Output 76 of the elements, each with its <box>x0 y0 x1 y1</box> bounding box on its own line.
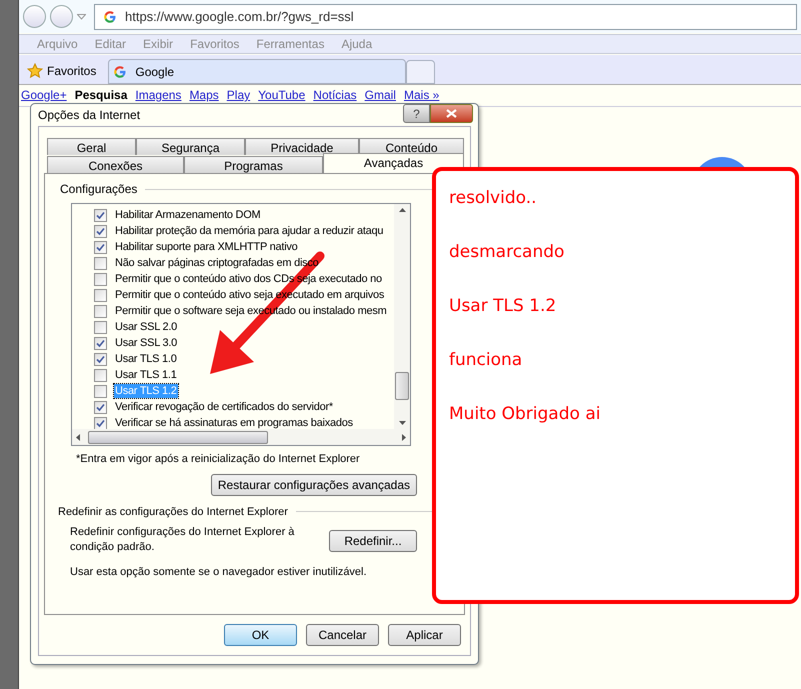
group-label: Redefinir as configurações do Internet Explorer <box>58 504 288 520</box>
note-text: funciona <box>449 349 524 372</box>
warning-text: Usar esta opção somente se o navegador estiver inutilizável. <box>70 565 368 580</box>
dialog-button[interactable]: Redefinir... <box>329 530 417 552</box>
setting-label[interactable]: Usar SSL 2.0 <box>114 320 178 334</box>
checkbox[interactable] <box>94 368 107 382</box>
dialog-tab[interactable]: Programas <box>184 156 323 173</box>
note-text: Usar TLS 1.2 <box>449 295 558 318</box>
setting-label[interactable]: Usar TLS 1.1 <box>114 368 178 382</box>
new-tab-button[interactable] <box>406 60 436 84</box>
browser-tab[interactable]: Google <box>108 59 406 84</box>
scroll-thumb[interactable] <box>395 372 409 400</box>
back-button[interactable] <box>23 5 46 28</box>
nav-link[interactable]: Imagens <box>135 89 182 102</box>
dialog-button[interactable]: Aplicar <box>388 624 461 646</box>
checkbox[interactable] <box>94 288 107 302</box>
group-label: Configurações <box>60 181 138 198</box>
favorites-button[interactable]: Favoritos <box>27 58 108 84</box>
nav-link[interactable]: Pesquisa <box>74 89 128 102</box>
scroll-left-icon[interactable] <box>76 434 80 440</box>
dialog-tab[interactable]: Conexões <box>47 156 184 173</box>
checkbox[interactable] <box>94 400 107 414</box>
dialog-button[interactable]: Cancelar <box>306 624 379 646</box>
checkbox[interactable] <box>94 272 107 286</box>
nav-link[interactable]: Maps <box>189 89 219 102</box>
vertical-scrollbar[interactable] <box>394 204 410 429</box>
nav-link[interactable]: Play <box>226 89 250 102</box>
forward-button[interactable] <box>50 5 73 28</box>
setting-label[interactable]: Usar TLS 1.0 <box>114 352 178 366</box>
setting-label[interactable]: Verificar revogação de certificados do servidor* <box>114 400 334 414</box>
dropdown-arrow-icon[interactable] <box>77 14 86 20</box>
setting-label[interactable]: Habilitar proteção da memória para ajudar a reduzir ataqu <box>114 224 384 238</box>
note-text: Muito Obrigado ai <box>449 403 602 426</box>
nav-link[interactable]: YouTube <box>258 89 306 102</box>
dialog-tab[interactable]: Privacidade <box>245 138 359 155</box>
footnote-text: *Entra em vigor após a reinicialização do Internet Explorer <box>76 452 361 467</box>
checkbox[interactable] <box>94 240 107 254</box>
ok-button[interactable]: OK <box>224 624 297 646</box>
checkbox[interactable] <box>94 320 107 334</box>
address-text: https://www.google.com.br/?gws_rd=ssl <box>125 8 354 26</box>
nav-link[interactable]: Notícias <box>313 89 357 102</box>
address-bar[interactable]: https://www.google.com.br/?gws_rd=ssl <box>94 4 797 30</box>
scroll-right-icon[interactable] <box>402 434 406 440</box>
checkbox[interactable] <box>94 416 107 429</box>
window-title: Opções da Internet <box>38 107 140 124</box>
nav-link[interactable]: Gmail <box>364 89 396 102</box>
checkbox[interactable] <box>94 208 107 222</box>
setting-label[interactable]: Habilitar Armazenamento DOM <box>114 208 262 222</box>
dialog-tab[interactable]: Avançadas <box>323 153 464 173</box>
checkbox[interactable] <box>94 256 107 270</box>
note-text: resolvido.. <box>449 187 538 210</box>
checkbox[interactable] <box>94 304 107 318</box>
google-logo-icon <box>103 10 117 24</box>
reset-description: Redefinir configurações do Internet Explorer à condição padrão. <box>70 525 296 555</box>
help-button[interactable]: ? <box>403 104 430 123</box>
setting-label[interactable]: Usar SSL 3.0 <box>114 336 178 350</box>
setting-label[interactable]: Verificar se há assinaturas em programas baixados <box>114 416 354 429</box>
scroll-up-icon[interactable] <box>398 208 406 212</box>
checkbox[interactable] <box>94 384 107 398</box>
dialog-tab[interactable]: Geral <box>47 138 136 155</box>
nav-link[interactable]: Google+ <box>21 89 67 102</box>
checkbox[interactable] <box>94 224 107 238</box>
note-text: desmarcando <box>449 241 566 264</box>
checkbox[interactable] <box>94 336 107 350</box>
google-logo-icon <box>113 64 128 78</box>
star-icon <box>27 63 43 79</box>
checkbox[interactable] <box>94 352 107 366</box>
close-button[interactable] <box>430 104 473 123</box>
close-icon <box>446 109 457 118</box>
scroll-thumb[interactable] <box>88 430 268 444</box>
nav-link[interactable]: Mais » <box>404 89 440 102</box>
dialog-button[interactable]: Restaurar configurações avançadas <box>210 474 417 496</box>
horizontal-scrollbar[interactable] <box>72 429 410 445</box>
setting-label[interactable]: Habilitar suporte para XMLHTTP nativo <box>114 240 299 254</box>
scroll-down-icon[interactable] <box>398 421 406 425</box>
dialog-tab[interactable]: Segurança <box>136 138 245 155</box>
